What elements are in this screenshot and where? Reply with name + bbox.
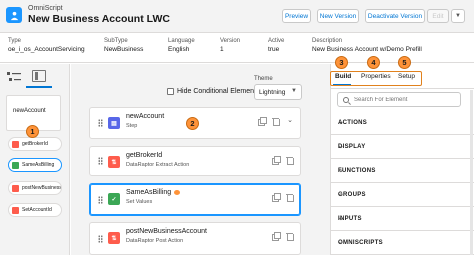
step-subtitle: Step	[126, 123, 138, 129]
highlight-active: Active true	[268, 38, 285, 53]
callout-badge-5: 5	[398, 56, 411, 69]
highlight-version: Version 1	[220, 38, 241, 53]
chevron-down-icon: ⌄	[338, 191, 345, 198]
theme-value: Lightning	[259, 88, 286, 96]
chevron-down-icon: ⌄	[338, 215, 345, 222]
tree-item-label: postNewBusiness	[22, 185, 62, 191]
chevron-down-icon: ⌄	[338, 239, 345, 246]
dataraptor-extract-icon: ⇅	[108, 156, 120, 168]
section-groups[interactable]: GROUPS ⌄	[330, 183, 474, 207]
highlight-subtype: SubType NewBusiness	[104, 38, 144, 53]
step-title: getBrokerId	[126, 152, 163, 159]
chevron-down-icon: ▼	[291, 88, 297, 94]
set-values-icon: ✓	[108, 193, 120, 205]
edit-button[interactable]: Edit	[427, 9, 449, 23]
tree-view-icon[interactable]	[7, 70, 21, 82]
section-display[interactable]: DISPLAY ⌄	[330, 135, 474, 159]
copy-icon[interactable]	[272, 232, 281, 241]
divider	[330, 88, 474, 89]
section-actions[interactable]: ACTIONS ⌄	[330, 111, 474, 135]
section-omniscripts[interactable]: OMNISCRIPTS ⌄	[330, 231, 474, 255]
step-subtitle: Set Values	[126, 199, 153, 205]
active-tab-indicator	[333, 84, 351, 85]
step-card-sameasbilling[interactable]: ✓ SameAsBilling Set Values	[89, 183, 301, 216]
tree-item-postnewbusiness[interactable]: postNewBusiness	[8, 181, 62, 195]
callout-badge-2: 2	[186, 117, 199, 130]
scrollbar[interactable]	[470, 90, 473, 255]
chevron-down-icon: ⌄	[338, 119, 345, 126]
drag-handle-icon[interactable]	[98, 195, 103, 204]
element-search[interactable]	[337, 92, 461, 107]
more-actions-button[interactable]: ▼	[451, 9, 465, 23]
tree-item-sameasbilling[interactable]: SameAsBilling	[8, 158, 62, 172]
chevron-down-icon[interactable]: ⌄	[286, 117, 294, 125]
copy-icon[interactable]	[258, 117, 267, 126]
set-values-icon	[12, 161, 19, 169]
preview-button[interactable]: Preview	[282, 9, 311, 23]
chevron-down-icon: ⌄	[338, 143, 345, 150]
theme-select[interactable]: Lightning ▼	[254, 84, 302, 100]
step-card-postnewbusinessaccount[interactable]: ⇅ postNewBusinessAccount DataRaptor Post…	[89, 222, 301, 255]
dataraptor-icon	[12, 184, 19, 192]
tree-item-label: getBrokerId	[22, 141, 48, 147]
panel-view-icon[interactable]	[32, 70, 46, 82]
search-input[interactable]	[354, 96, 454, 103]
tree-item-setaccountid[interactable]: SetAccountId	[8, 203, 62, 217]
step-card-getbrokerid[interactable]: ⇅ getBrokerId DataRaptor Extract Action	[89, 146, 301, 176]
section-functions[interactable]: FUNCTIONS ⌄	[330, 159, 474, 183]
callout-badge-1: 1	[26, 125, 39, 138]
tree-item-getbrokerid[interactable]: getBrokerId	[8, 137, 62, 151]
delete-icon[interactable]	[286, 156, 294, 165]
copy-icon[interactable]	[272, 156, 281, 165]
dataraptor-icon	[12, 140, 19, 148]
delete-icon[interactable]	[272, 117, 280, 126]
step-icon: ▤	[108, 117, 120, 129]
highlight-type: Type oe_i_os_AccountServicing	[8, 38, 85, 53]
drag-handle-icon[interactable]	[98, 234, 103, 243]
search-icon	[343, 96, 349, 103]
chevron-down-icon: ⌄	[338, 167, 345, 174]
hide-conditional-label: Hide Conditional Elements	[177, 88, 260, 95]
tree-root-label: newAccount	[13, 108, 46, 114]
record-header: OmniScript New Business Account LWC Prev…	[0, 0, 474, 33]
omniscript-icon	[6, 7, 22, 23]
section-inputs[interactable]: INPUTS ⌄	[330, 207, 474, 231]
theme-label: Theme	[254, 76, 273, 82]
step-title: SameAsBilling	[126, 189, 181, 196]
tab-build[interactable]: Build	[335, 73, 351, 80]
dataraptor-post-icon: ⇅	[108, 232, 120, 244]
step-title: postNewBusinessAccount	[126, 228, 207, 235]
tab-properties[interactable]: Properties	[361, 73, 391, 80]
dataraptor-icon	[12, 206, 19, 214]
hide-conditional-checkbox[interactable]	[167, 88, 174, 95]
delete-icon[interactable]	[286, 232, 294, 241]
delete-icon[interactable]	[286, 193, 294, 202]
deactivate-version-button[interactable]: Deactivate Version	[365, 9, 425, 23]
drag-handle-icon[interactable]	[98, 157, 103, 165]
new-version-button[interactable]: New Version	[317, 9, 359, 23]
eye-icon	[174, 189, 181, 195]
tree-item-label: SetAccountId	[22, 207, 52, 213]
step-title: newAccount	[126, 113, 165, 120]
tree-item-label: SameAsBilling	[22, 162, 55, 168]
record-type-label: OmniScript	[28, 5, 63, 12]
highlight-description: Description New Business Account w/Demo P…	[312, 38, 422, 53]
step-subtitle: DataRaptor Extract Action	[126, 162, 190, 168]
page-title: New Business Account LWC	[28, 13, 170, 25]
callout-badge-3: 3	[335, 56, 348, 69]
drag-handle-icon[interactable]	[98, 119, 103, 127]
step-subtitle: DataRaptor Post Action	[126, 238, 184, 244]
active-view-indicator	[26, 86, 52, 88]
callout-badge-4: 4	[367, 56, 380, 69]
tab-setup[interactable]: Setup	[398, 73, 415, 80]
highlight-language: Language English	[168, 38, 195, 53]
copy-icon[interactable]	[272, 193, 281, 202]
